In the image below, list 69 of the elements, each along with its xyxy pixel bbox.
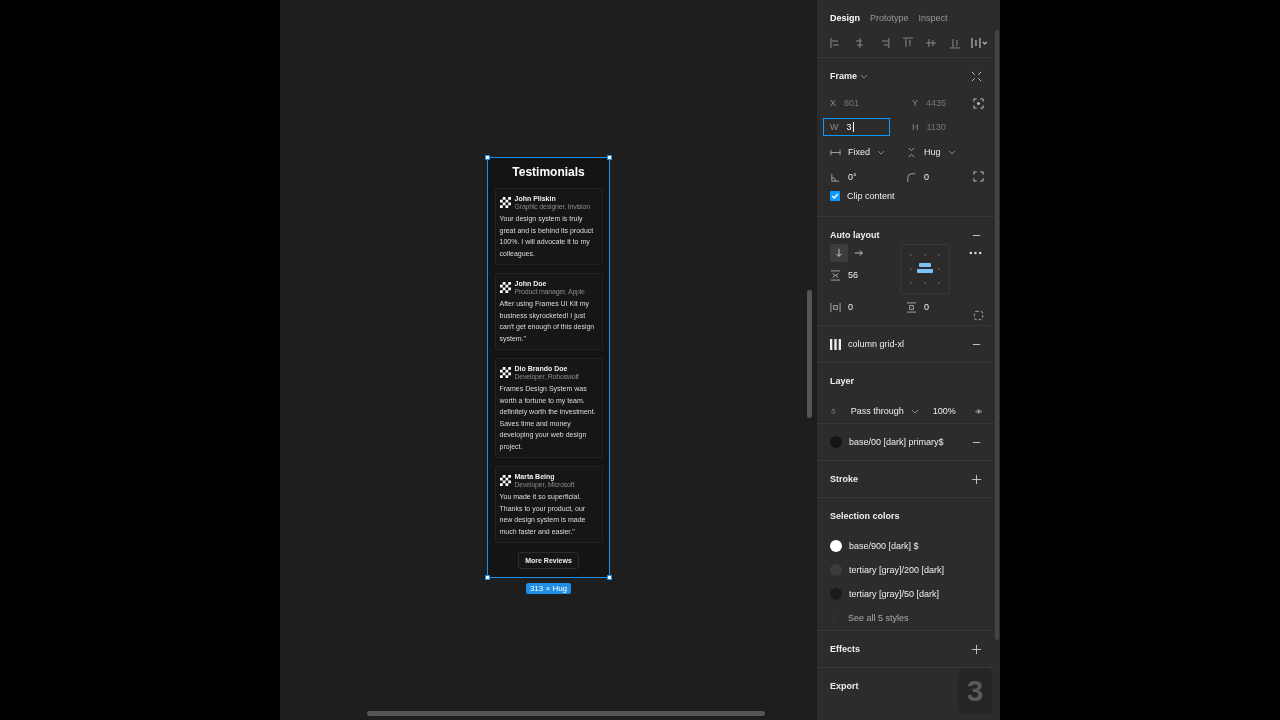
- chevron-icon: [877, 148, 885, 156]
- distribute-icon[interactable]: [971, 36, 989, 49]
- collapse-arrows-icon[interactable]: [971, 70, 982, 82]
- dimension-field[interactable]: Y 4435: [905, 94, 972, 112]
- color-style-name[interactable]: tertiary [gray]/200 [dark]: [849, 565, 945, 575]
- chevron-icon: [910, 407, 919, 415]
- section-title: Stroke: [830, 474, 858, 484]
- opacity-field[interactable]: 100%: [932, 406, 956, 416]
- size-badge: 313 × Hug: [525, 583, 572, 594]
- color-style-name[interactable]: tertiary [gray]/50 [dark]: [849, 589, 940, 599]
- chevron-icon[interactable]: [860, 72, 868, 80]
- section-title: Auto layout: [830, 230, 880, 240]
- layout-grid-name[interactable]: column grid-xl: [848, 339, 905, 349]
- spacing-icon: [830, 269, 841, 281]
- more-icon[interactable]: [969, 251, 982, 255]
- column-grid-icon: [830, 338, 841, 350]
- rotation-field[interactable]: 0°: [830, 170, 906, 184]
- dimension-field[interactable]: H 1130: [905, 118, 972, 136]
- vertical-scrollbar[interactable]: [807, 290, 812, 418]
- plus-icon[interactable]: [971, 473, 982, 485]
- vertical-padding-field[interactable]: 0: [906, 300, 982, 314]
- vertical-resize-icon: [906, 146, 917, 158]
- drop-icon: [830, 406, 837, 416]
- see-all-styles-link[interactable]: See all 5 styles: [848, 613, 909, 623]
- align-icon[interactable]: [853, 36, 866, 49]
- panel-scrollbar[interactable]: [995, 30, 999, 640]
- align-icon[interactable]: [830, 36, 842, 49]
- horizontal-padding-field[interactable]: 0: [830, 300, 906, 314]
- checkbox[interactable]: [830, 191, 840, 201]
- resize-to-fit-icon[interactable]: [973, 98, 984, 109]
- plus-icon[interactable]: [971, 643, 982, 655]
- align-icon[interactable]: [925, 36, 938, 49]
- fill-style-name[interactable]: base/00 [dark] primary$: [849, 437, 944, 447]
- corner-radius-icon: [906, 171, 917, 183]
- panel-tab[interactable]: Design: [826, 7, 864, 28]
- blend-mode-dropdown[interactable]: Pass through: [850, 404, 919, 418]
- section-title: Frame: [830, 71, 857, 81]
- checkbox-label: Clip content: [847, 191, 895, 201]
- height-sizing-dropdown[interactable]: Hug: [906, 145, 982, 159]
- corner-radius-field[interactable]: 0: [906, 170, 982, 184]
- chevron-icon: [947, 148, 956, 156]
- horizontal-scrollbar[interactable]: [367, 711, 765, 716]
- eye-icon[interactable]: [974, 406, 982, 416]
- section-title: Selection colors: [830, 511, 900, 521]
- section-title: Export: [830, 681, 859, 691]
- section-title: Effects: [830, 644, 860, 654]
- panel-tab[interactable]: Prototype: [866, 7, 913, 28]
- spacing-field[interactable]: 56: [830, 268, 900, 282]
- dimension-field[interactable]: W 3: [823, 118, 890, 136]
- checker-avatar-icon: [499, 475, 511, 486]
- align-icon[interactable]: [901, 36, 914, 49]
- align-icon[interactable]: [949, 36, 962, 49]
- checker-avatar-icon: [499, 282, 511, 293]
- color-style-name[interactable]: base/900 [dark] $: [849, 541, 919, 551]
- color-swatch[interactable]: [830, 540, 842, 552]
- corners-icon[interactable]: [973, 171, 984, 182]
- checker-avatar-icon: [499, 367, 511, 378]
- horizontal-padding-icon: [830, 301, 841, 313]
- section-title: Layer: [830, 376, 855, 386]
- frame-title: Testimonials: [512, 165, 585, 179]
- angle-icon: [830, 171, 841, 183]
- checker-avatar-icon: [499, 197, 511, 208]
- vertical-padding-icon: [906, 301, 917, 313]
- width-sizing-dropdown[interactable]: Fixed: [830, 145, 906, 159]
- fill-swatch[interactable]: [830, 436, 842, 448]
- panel-tab[interactable]: Inspect: [914, 7, 952, 28]
- padding-options-icon[interactable]: [973, 310, 984, 321]
- dimension-field[interactable]: X 801: [823, 94, 890, 112]
- testimonials-frame[interactable]: [488, 158, 609, 577]
